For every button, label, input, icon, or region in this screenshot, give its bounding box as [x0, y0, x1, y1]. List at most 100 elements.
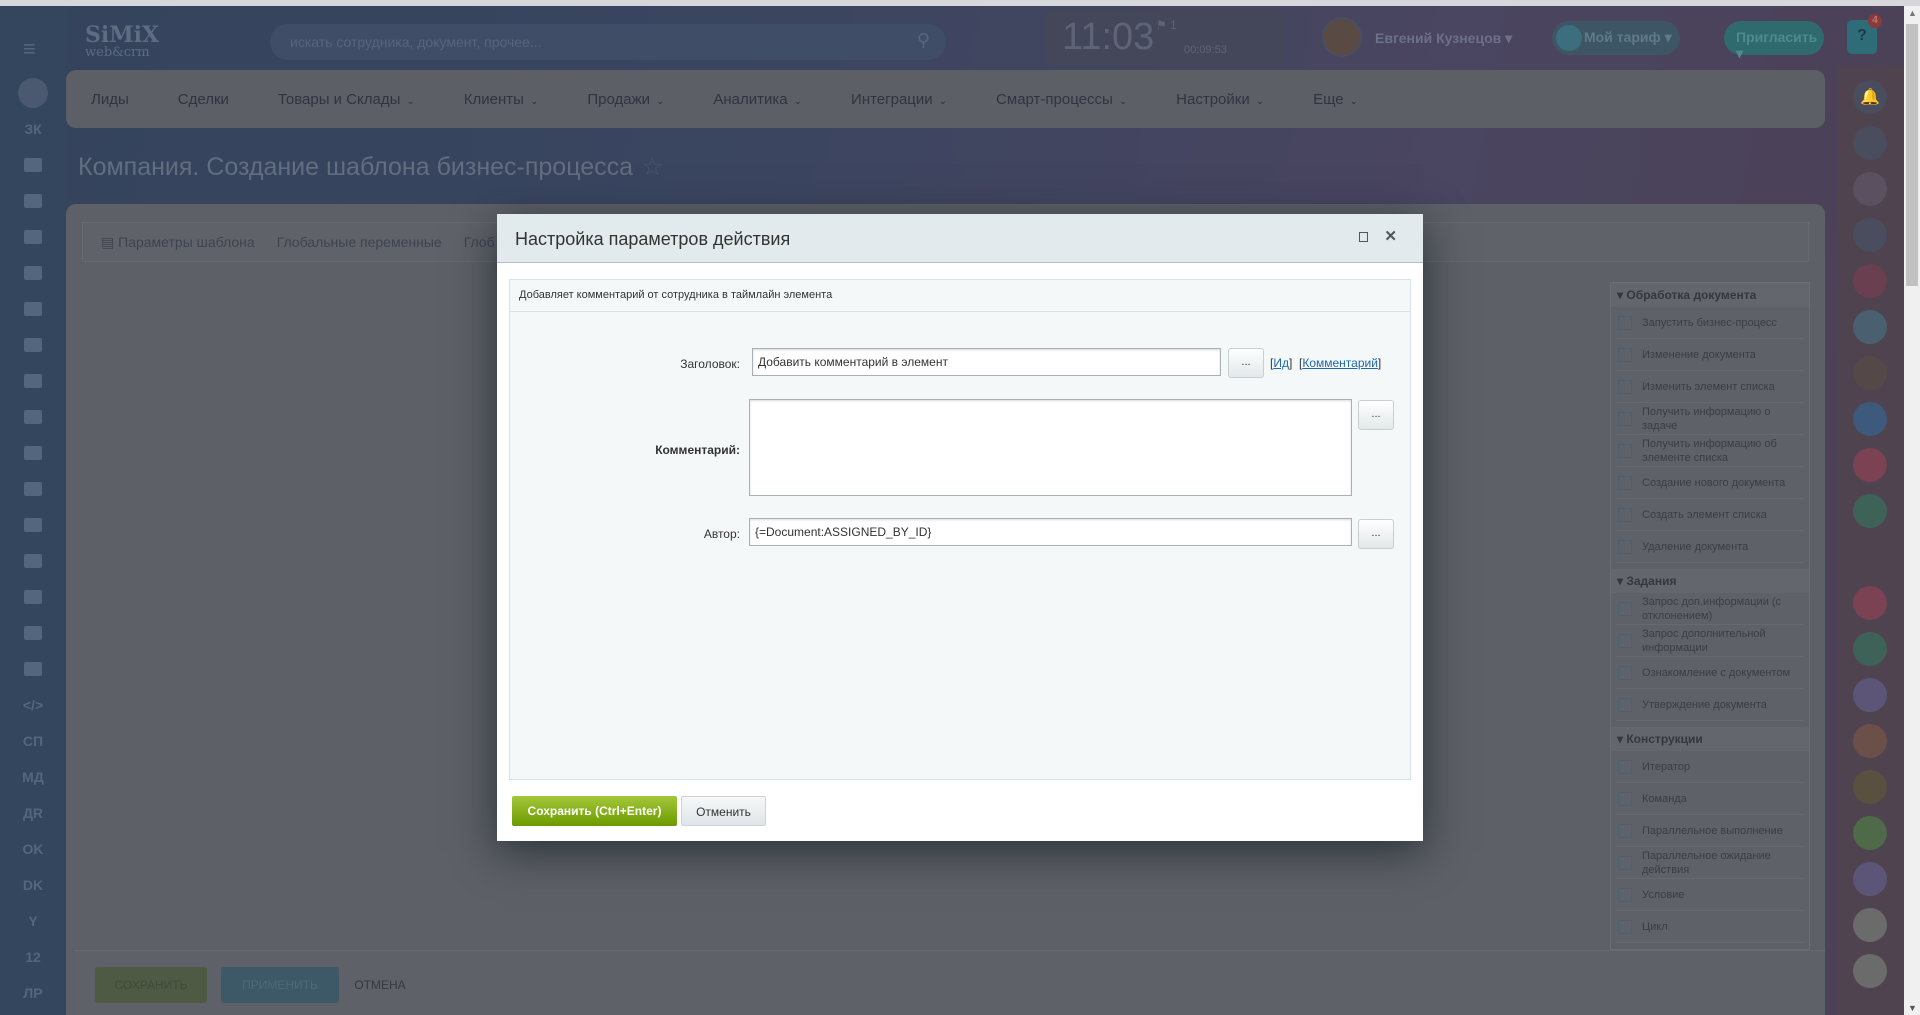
right-sidebar-app-icon[interactable] — [1853, 586, 1887, 620]
sidebar-item[interactable]: ЛР — [0, 978, 66, 1008]
activity-item[interactable]: Цикл — [1616, 911, 1804, 943]
section-header[interactable]: ▾ Задания — [1611, 569, 1809, 593]
right-sidebar-app-icon[interactable] — [1853, 632, 1887, 666]
sidebar-item[interactable] — [0, 330, 66, 360]
nav-item[interactable]: Интеграции ⌄ — [851, 91, 947, 108]
star-icon[interactable]: ☆ — [641, 153, 663, 181]
sidebar-item[interactable]: СП — [0, 726, 66, 756]
tab-global-variables[interactable]: Глобальные переменные — [277, 234, 442, 250]
right-sidebar-app-icon[interactable] — [1853, 908, 1887, 942]
activity-item[interactable]: Изменить элемент списка — [1616, 371, 1804, 403]
my-tariff-button[interactable]: Мой тариф ▾ — [1552, 21, 1680, 55]
invite-button[interactable]: Пригласить ▾ — [1724, 21, 1824, 61]
nav-item[interactable]: Товары и Склады ⌄ — [278, 91, 415, 108]
nav-item[interactable]: Настройки ⌄ — [1176, 91, 1264, 108]
activity-item[interactable]: Условие — [1616, 879, 1804, 911]
activity-item[interactable]: Изменение документа — [1616, 339, 1804, 371]
sidebar-item[interactable] — [0, 258, 66, 288]
cancel-link[interactable]: ОТМЕНА — [350, 967, 410, 1003]
right-sidebar-app-icon[interactable] — [1853, 448, 1887, 482]
sidebar-item[interactable]: DK — [0, 870, 66, 900]
right-sidebar-app-icon[interactable] — [1853, 540, 1887, 574]
right-sidebar-app-icon[interactable] — [1853, 678, 1887, 712]
activity-item[interactable]: Утверждение документа — [1616, 689, 1804, 721]
activity-item[interactable]: Запрос доп.информации (с отклонением) — [1616, 593, 1804, 625]
right-sidebar-app-icon[interactable] — [1853, 494, 1887, 528]
page-scrollbar[interactable]: ▲ ▼ — [1904, 6, 1920, 1015]
sidebar-item[interactable] — [0, 402, 66, 432]
sidebar-item[interactable]: ДR — [0, 798, 66, 828]
author-input[interactable]: {=Document:ASSIGNED_BY_ID} — [749, 518, 1352, 546]
sidebar-item[interactable] — [0, 618, 66, 648]
sidebar-item[interactable] — [0, 654, 66, 684]
activity-item[interactable]: Получить информацию о задаче — [1616, 403, 1804, 435]
id-link[interactable]: Ид — [1273, 356, 1289, 370]
activity-item[interactable]: Создать элемент списка — [1616, 499, 1804, 531]
scroll-down-icon[interactable]: ▼ — [1908, 1003, 1917, 1013]
search-input[interactable]: искать сотрудника, документ, прочее... ⚲ — [270, 24, 946, 60]
sidebar-item[interactable]: OK — [0, 834, 66, 864]
sidebar-item[interactable]: МД — [0, 762, 66, 792]
sidebar-item[interactable] — [0, 78, 66, 108]
sidebar-item[interactable] — [0, 582, 66, 612]
activity-item[interactable]: Удаление документа — [1616, 531, 1804, 563]
close-icon[interactable]: ✕ — [1384, 227, 1397, 245]
right-sidebar-app-icon[interactable] — [1853, 402, 1887, 436]
sidebar-item[interactable] — [0, 186, 66, 216]
tab-global-constants[interactable]: Глоб — [464, 234, 495, 250]
sidebar-item[interactable] — [0, 546, 66, 576]
user-menu[interactable]: Евгений Кузнецов ▾ — [1375, 30, 1512, 47]
sidebar-item[interactable]: Y — [0, 906, 66, 936]
dialog-header[interactable]: Настройка параметров действия ✕ — [497, 214, 1423, 263]
nav-item[interactable]: Аналитика ⌄ — [713, 91, 802, 108]
activity-item[interactable]: Запустить бизнес-процесс — [1616, 307, 1804, 339]
sidebar-item[interactable] — [0, 366, 66, 396]
nav-item[interactable]: Клиенты ⌄ — [464, 91, 539, 108]
sidebar-item[interactable]: 12 — [0, 942, 66, 972]
dialog-save-button[interactable]: Сохранить (Ctrl+Enter) — [512, 796, 677, 826]
user-avatar[interactable] — [1322, 17, 1362, 57]
sidebar-item[interactable] — [0, 222, 66, 252]
title-insert-button[interactable]: ... — [1228, 348, 1264, 378]
sidebar-item[interactable] — [0, 510, 66, 540]
right-sidebar-app-icon[interactable] — [1853, 862, 1887, 896]
title-input[interactable]: Добавить комментарий в элемент — [752, 348, 1221, 376]
nav-item[interactable]: Смарт-процессы ⌄ — [996, 91, 1127, 108]
menu-icon[interactable]: ≡ — [23, 36, 43, 62]
comment-textarea[interactable] — [749, 399, 1352, 496]
logo[interactable]: SiMiX web&crm — [85, 24, 159, 62]
author-insert-button[interactable]: ... — [1358, 519, 1394, 549]
sidebar-item[interactable] — [0, 150, 66, 180]
maximize-icon[interactable] — [1359, 232, 1368, 242]
scroll-up-icon[interactable]: ▲ — [1908, 8, 1917, 18]
activity-item[interactable]: Создание нового документа — [1616, 467, 1804, 499]
section-header[interactable]: ▾ Конструкции — [1611, 727, 1809, 751]
activity-item[interactable]: Итератор — [1616, 751, 1804, 783]
tab-template-params[interactable]: ▤ Параметры шаблона — [101, 234, 255, 251]
apply-button[interactable]: ПРИМЕНИТЬ — [221, 967, 339, 1003]
right-sidebar-app-icon[interactable] — [1853, 310, 1887, 344]
right-sidebar-app-icon[interactable] — [1853, 816, 1887, 850]
dialog-cancel-button[interactable]: Отменить — [681, 796, 766, 826]
right-sidebar-app-icon[interactable] — [1853, 954, 1887, 988]
comment-link[interactable]: Комментарий — [1302, 356, 1378, 370]
right-sidebar-app-icon[interactable] — [1853, 264, 1887, 298]
activity-item[interactable]: Команда — [1616, 783, 1804, 815]
activity-item[interactable]: Запрос дополнительной информации — [1616, 625, 1804, 657]
activity-item[interactable]: Параллельное ожидание действия — [1616, 847, 1804, 879]
comment-insert-button[interactable]: ... — [1358, 400, 1394, 430]
right-sidebar-app-icon[interactable] — [1853, 126, 1887, 160]
section-header[interactable]: ▾ Обработка документа — [1611, 283, 1809, 307]
right-sidebar-app-icon[interactable] — [1853, 724, 1887, 758]
bell-icon[interactable]: 🔔 — [1853, 80, 1887, 114]
activity-item[interactable]: Параллельное выполнение — [1616, 815, 1804, 847]
work-day-clock[interactable]: 11:03 ⚑ 1 00:09:53 — [1046, 10, 1286, 66]
sidebar-item[interactable] — [0, 294, 66, 324]
nav-item[interactable]: Продажи ⌄ — [587, 91, 664, 108]
activity-item[interactable]: Ознакомление с документом — [1616, 657, 1804, 689]
right-sidebar-app-icon[interactable] — [1853, 218, 1887, 252]
sidebar-item[interactable]: </> — [0, 690, 66, 720]
scrollbar-thumb[interactable] — [1906, 24, 1918, 286]
sidebar-item[interactable]: ЗК — [0, 114, 66, 144]
right-sidebar-app-icon[interactable] — [1853, 172, 1887, 206]
